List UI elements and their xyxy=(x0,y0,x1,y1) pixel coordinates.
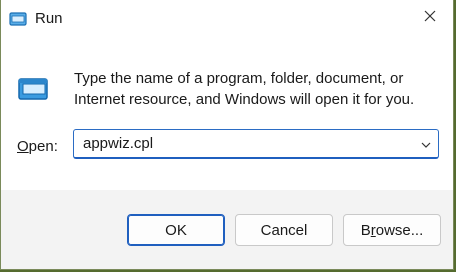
description-text: Type the name of a program, folder, docu… xyxy=(74,70,415,108)
title-bar: Run xyxy=(1,0,453,40)
dialog-body: Type the name of a program, folder, docu… xyxy=(1,40,453,190)
chevron-down-icon[interactable] xyxy=(420,138,432,150)
open-input[interactable] xyxy=(83,135,403,153)
browse-label-start: B xyxy=(360,221,371,239)
open-label: Open: xyxy=(17,138,58,156)
button-bar: OK Cancel Br owse... xyxy=(1,190,453,269)
open-combobox[interactable] xyxy=(73,129,439,159)
cancel-button[interactable]: Cancel xyxy=(235,214,333,246)
run-icon xyxy=(9,12,27,26)
close-button[interactable] xyxy=(407,0,453,36)
ok-button[interactable]: OK xyxy=(127,214,225,246)
browse-button[interactable]: Br owse... xyxy=(343,214,441,246)
browse-label-rest: owse... xyxy=(375,221,424,239)
open-label-rest: pen: xyxy=(28,138,58,155)
close-icon xyxy=(424,9,436,27)
open-label-accesskey: O xyxy=(17,138,29,155)
run-dialog: Run Type the name of a program, folder, … xyxy=(0,0,454,270)
window-title: Run xyxy=(35,10,63,27)
run-icon xyxy=(17,76,51,102)
